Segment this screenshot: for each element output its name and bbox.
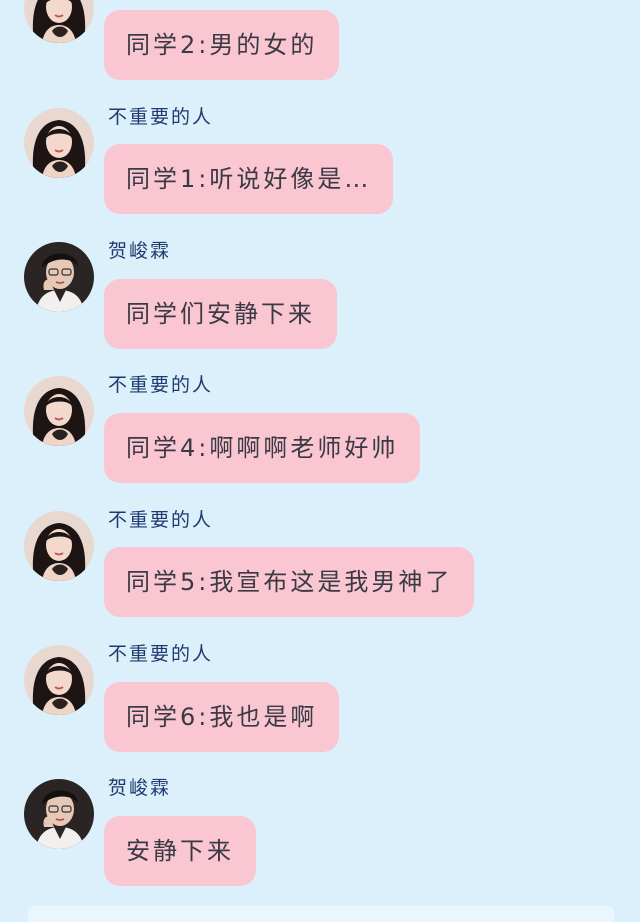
message-bubble[interactable]: 安静下来 [104,816,256,886]
message-bubble[interactable]: 同学1:听说好像是… [104,144,394,214]
avatar-icon[interactable] [24,511,94,581]
message-bubble[interactable]: 同学6:我也是啊 [104,682,340,752]
avatar-icon[interactable] [24,376,94,446]
girl-avatar-icon [24,511,94,581]
message-bubble[interactable]: 同学们安静下来 [104,279,337,349]
sender-name: 不重要的人 [108,374,214,396]
message-bubble[interactable]: 同学5:我宣布这是我男神了 [104,547,475,617]
girl-avatar-icon [24,376,94,446]
avatar-icon[interactable] [24,779,94,849]
boy-avatar-icon [24,242,94,312]
chat-area: 同学2:男的女的 不重要的人 同学1:听说好像是… 贺峻霖 同学们安静下来 不重… [0,0,640,922]
sender-name: 不重要的人 [108,643,214,665]
message-bubble[interactable]: 同学2:男的女的 [104,10,340,80]
girl-avatar-icon [24,108,94,178]
girl-avatar-icon [24,645,94,715]
avatar-icon[interactable] [24,645,94,715]
girl-avatar-icon [24,0,94,43]
sender-name: 不重要的人 [108,509,214,531]
sender-name: 贺峻霖 [108,777,172,799]
sender-name: 贺峻霖 [108,240,172,262]
message-bubble[interactable]: 同学4:啊啊啊老师好帅 [104,413,421,483]
sender-name: 不重要的人 [108,106,214,128]
avatar-icon[interactable] [24,108,94,178]
input-bar[interactable] [28,906,614,922]
avatar-icon[interactable] [24,0,94,43]
boy-avatar-icon [24,779,94,849]
avatar-icon[interactable] [24,242,94,312]
